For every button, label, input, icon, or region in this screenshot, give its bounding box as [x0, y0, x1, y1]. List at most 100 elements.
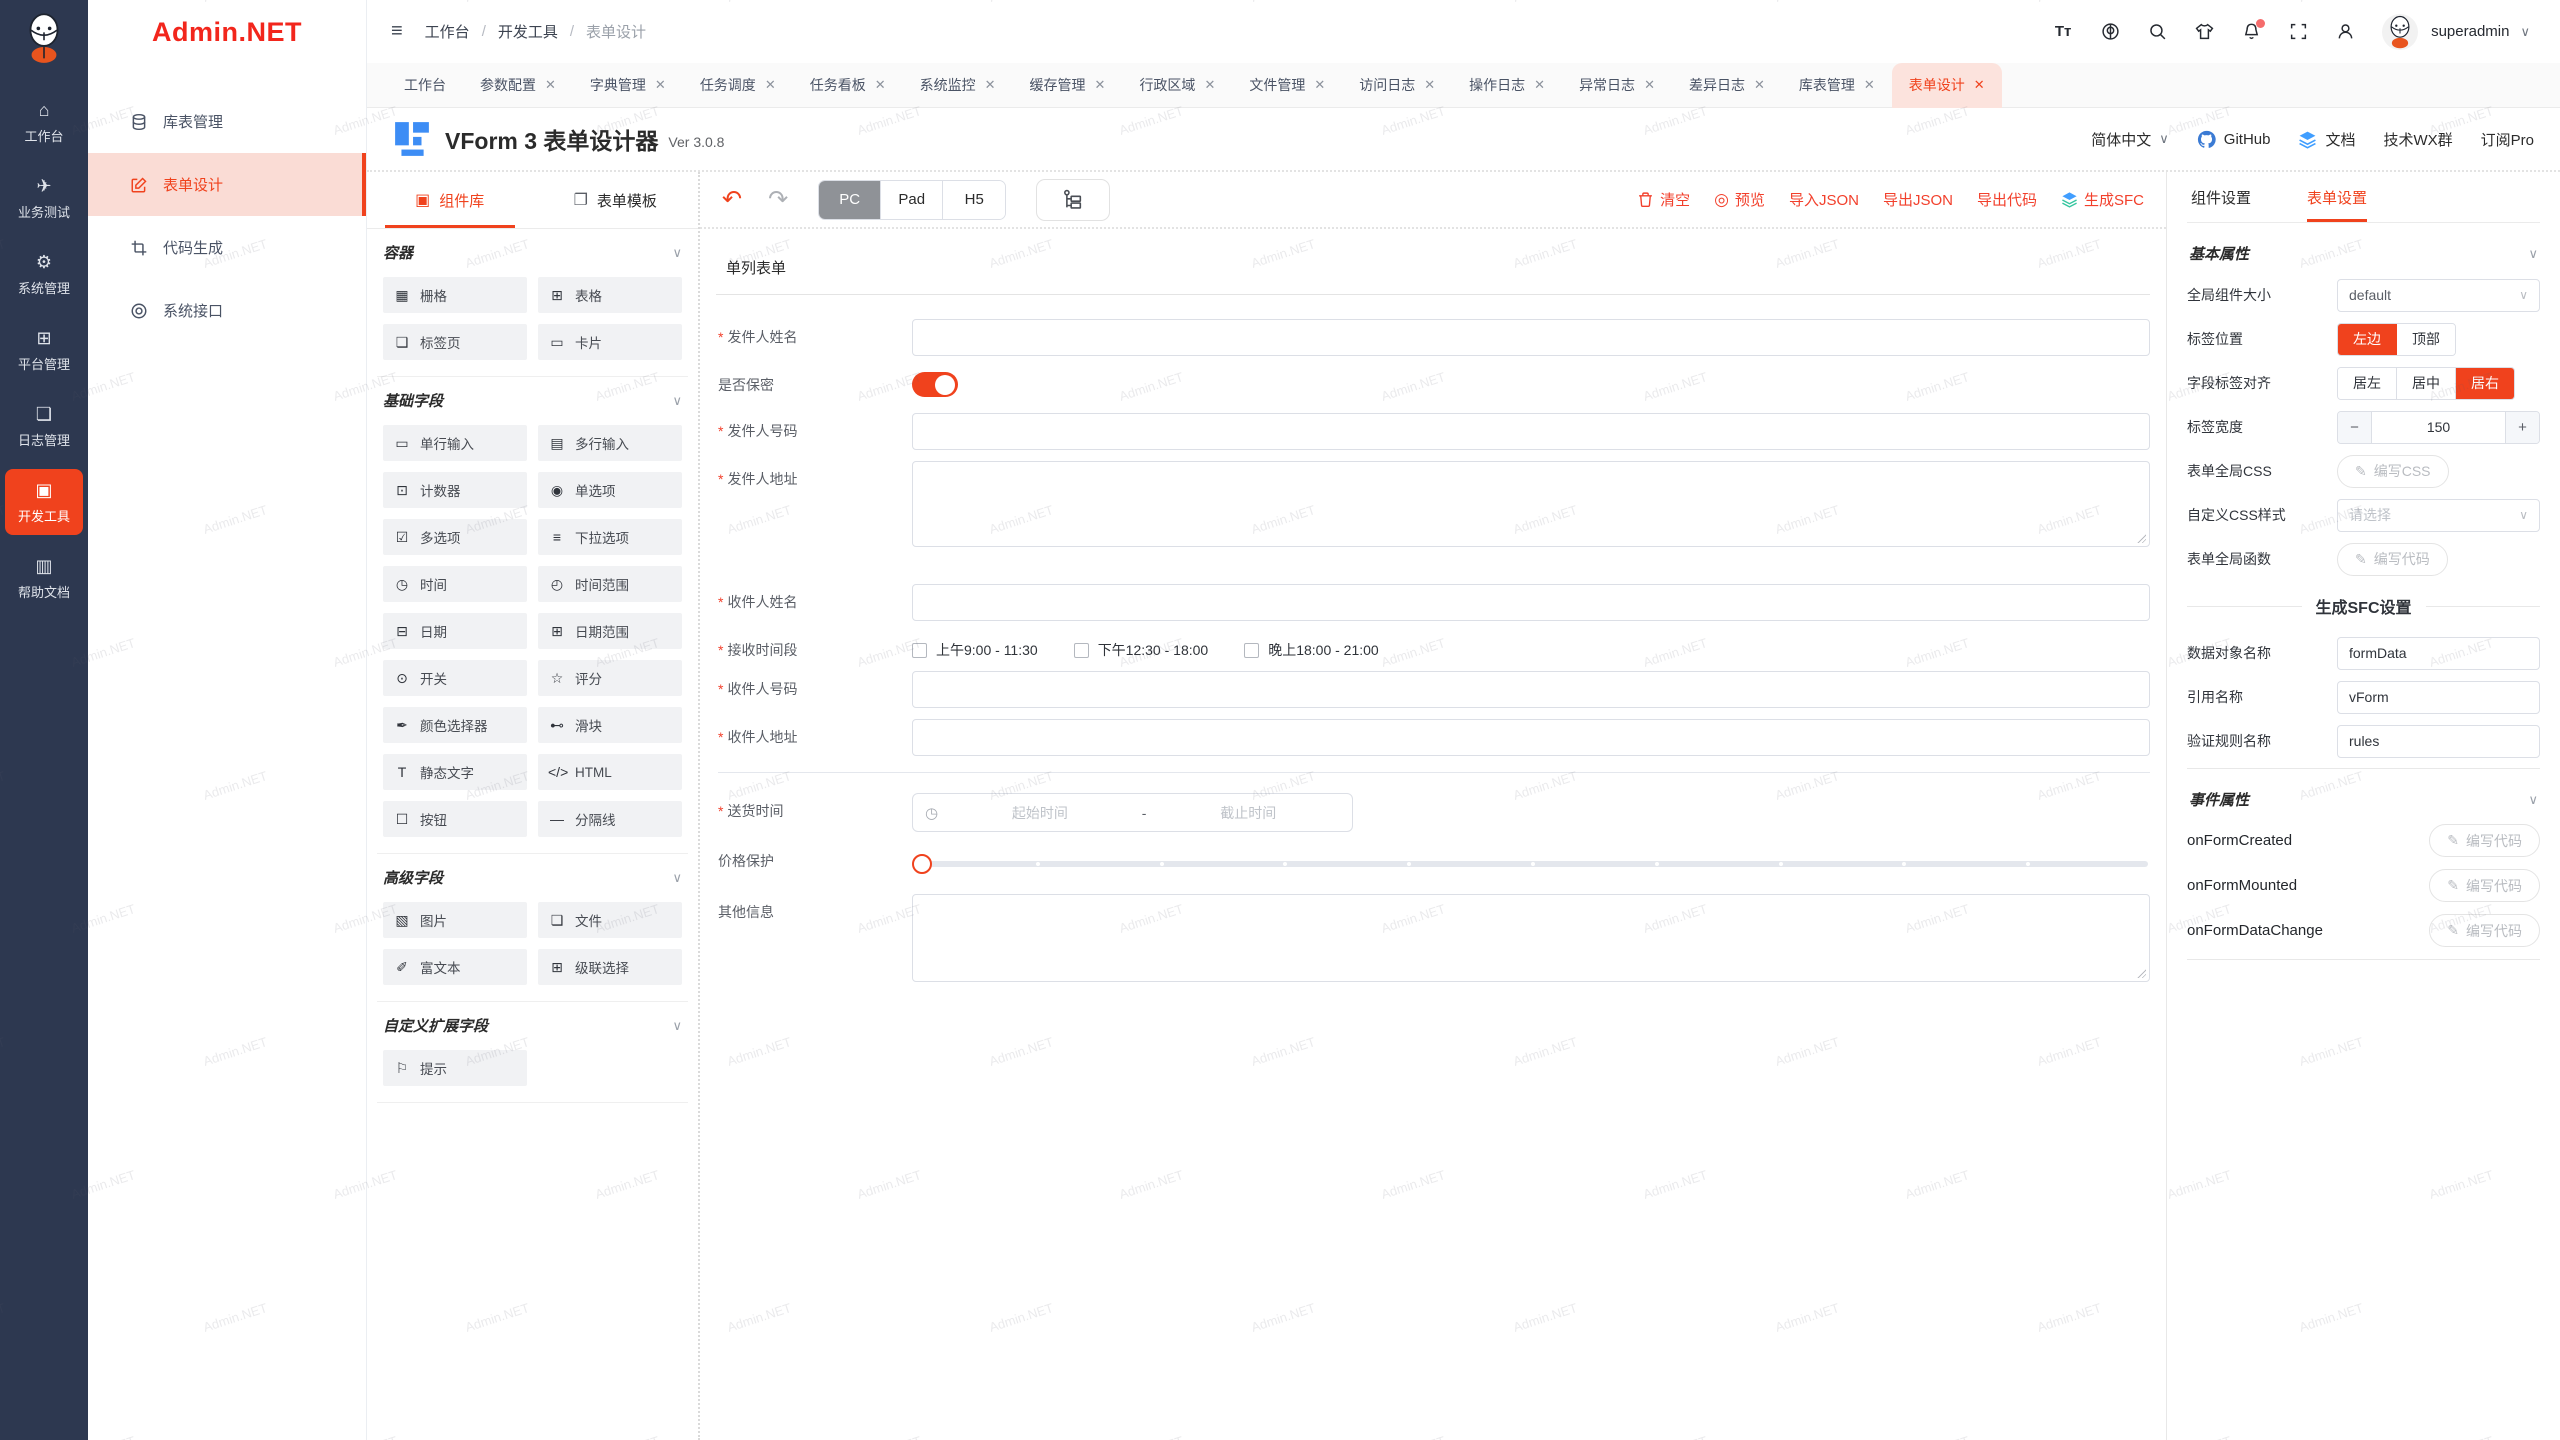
close-icon[interactable]: ✕ — [1204, 77, 1215, 93]
rail-item-工作台[interactable]: ⌂ 工作台 — [5, 89, 83, 155]
widget-单行输入[interactable]: ▭ 单行输入 — [383, 425, 527, 461]
close-icon[interactable]: ✕ — [875, 77, 886, 93]
price-protect-slider[interactable] — [912, 845, 2150, 883]
sender-name-input[interactable] — [912, 319, 2150, 356]
event-props-section[interactable]: 事件属性 ∨ — [2189, 789, 2538, 810]
rail-item-平台管理[interactable]: ⊞ 平台管理 — [5, 317, 83, 383]
export-code-button[interactable]: 导出代码 — [1977, 189, 2037, 210]
checkbox-afternoon[interactable]: 下午12:30 - 18:00 — [1074, 640, 1209, 660]
align-center[interactable]: 居中 — [2397, 368, 2456, 399]
notification-bell-icon[interactable] — [2241, 22, 2261, 42]
widget-下拉选项[interactable]: ≡ 下拉选项 — [538, 519, 682, 555]
write-code-button[interactable]: ✎编写代码 — [2429, 869, 2540, 902]
rail-item-开发工具[interactable]: ▣ 开发工具 — [5, 469, 83, 535]
widget-提示[interactable]: ⚐ 提示 — [383, 1050, 527, 1086]
page-tab-字典管理[interactable]: 字典管理 ✕ — [573, 63, 683, 108]
page-tab-访问日志[interactable]: 访问日志 ✕ — [1342, 63, 1452, 108]
sender-address-textarea[interactable] — [912, 461, 2150, 547]
write-code-button[interactable]: ✎ 编写代码 — [2337, 543, 2448, 576]
checkbox-evening[interactable]: 晚上18:00 - 21:00 — [1244, 640, 1379, 660]
field-sender-name[interactable]: 发件人姓名 — [718, 319, 2150, 356]
widget-时间范围[interactable]: ◴ 时间范围 — [538, 566, 682, 602]
field-price-protect[interactable]: 价格保护 — [718, 843, 2150, 883]
field-recv-phone[interactable]: 收件人号码 — [718, 671, 2150, 708]
widget-HTML[interactable]: </> HTML — [538, 754, 682, 790]
resize-grip[interactable] — [2136, 968, 2146, 978]
close-icon[interactable]: ✕ — [985, 77, 996, 93]
generate-sfc-button[interactable]: 生成SFC — [2061, 189, 2144, 210]
close-icon[interactable]: ✕ — [1644, 77, 1655, 93]
ref-name-input[interactable] — [2337, 681, 2540, 714]
tab-form-templates[interactable]: ❐ 表单模板 — [533, 172, 699, 228]
page-tab-差异日志[interactable]: 差异日志 ✕ — [1672, 63, 1782, 108]
device-H5[interactable]: H5 — [943, 181, 1005, 219]
close-icon[interactable]: ✕ — [1314, 77, 1325, 93]
increase-button[interactable]: + — [2506, 412, 2539, 443]
undo-icon[interactable]: ↶ — [722, 185, 742, 214]
field-sender-address[interactable]: 发件人地址 — [718, 461, 2150, 547]
secret-switch[interactable] — [912, 372, 958, 397]
avatar[interactable] — [2382, 14, 2418, 50]
collapse-menu-icon[interactable]: ≡ — [391, 20, 403, 43]
language-icon[interactable] — [2100, 22, 2120, 42]
sidebar-item-form-design[interactable]: 表单设计 — [88, 153, 366, 216]
sidebar-item-code-gen[interactable]: 代码生成 — [88, 216, 366, 279]
import-json-button[interactable]: 导入JSON — [1789, 189, 1859, 210]
widget-日期范围[interactable]: ⊞ 日期范围 — [538, 613, 682, 649]
form-canvas[interactable]: 单列表单 发件人姓名 是否保密 — [700, 229, 2166, 1440]
other-info-textarea[interactable] — [912, 894, 2150, 982]
user-chevron-down-icon[interactable]: ∨ — [2520, 24, 2530, 40]
widget-开关[interactable]: ⊙ 开关 — [383, 660, 527, 696]
close-icon[interactable]: ✕ — [1754, 77, 1765, 93]
search-icon[interactable] — [2147, 22, 2167, 42]
close-icon[interactable]: ✕ — [1974, 77, 1985, 93]
clear-button[interactable]: 清空 — [1637, 189, 1690, 210]
checkbox-morning[interactable]: 上午9:00 - 11:30 — [912, 640, 1038, 660]
field-recv-name[interactable]: 收件人姓名 — [718, 584, 2150, 621]
field-recv-address[interactable]: 收件人地址 — [718, 719, 2150, 756]
wx-group-link[interactable]: 技术WX群 — [2383, 129, 2452, 150]
rail-item-日志管理[interactable]: ❏ 日志管理 — [5, 393, 83, 459]
rail-item-帮助文档[interactable]: ▥ 帮助文档 — [5, 545, 83, 611]
language-select[interactable]: 简体中文∨ — [2091, 129, 2169, 150]
widget-颜色选择器[interactable]: ✒ 颜色选择器 — [383, 707, 527, 743]
close-icon[interactable]: ✕ — [1864, 77, 1875, 93]
basic-props-section[interactable]: 基本属性 ∨ — [2189, 243, 2538, 264]
tab-component-settings[interactable]: 组件设置 — [2191, 172, 2251, 222]
widget-单选项[interactable]: ◉ 单选项 — [538, 472, 682, 508]
close-icon[interactable]: ✕ — [545, 77, 556, 93]
data-object-name-input[interactable] — [2337, 637, 2540, 670]
recv-name-input[interactable] — [912, 584, 2150, 621]
node-tree-button[interactable] — [1036, 179, 1110, 221]
user-icon[interactable] — [2335, 22, 2355, 42]
close-icon[interactable]: ✕ — [1424, 77, 1435, 93]
global-size-select[interactable]: default ∨ — [2337, 279, 2540, 312]
docs-link[interactable]: 文档 — [2298, 129, 2355, 150]
fullscreen-icon[interactable] — [2288, 22, 2308, 42]
widget-级联选择[interactable]: ⊞ 级联选择 — [538, 949, 682, 985]
page-tab-表单设计[interactable]: 表单设计 ✕ — [1892, 63, 2002, 108]
theme-shirt-icon[interactable] — [2194, 22, 2214, 42]
widget-日期[interactable]: ⊟ 日期 — [383, 613, 527, 649]
username[interactable]: superadmin — [2431, 23, 2509, 40]
sidebar-item-system-api[interactable]: 系统接口 — [88, 279, 366, 342]
widget-分隔线[interactable]: — 分隔线 — [538, 801, 682, 837]
rules-name-input[interactable] — [2337, 725, 2540, 758]
align-right[interactable]: 居右 — [2456, 368, 2514, 399]
widget-滑块[interactable]: ⊷ 滑块 — [538, 707, 682, 743]
write-code-button[interactable]: ✎编写代码 — [2429, 914, 2540, 947]
field-other-info[interactable]: 其他信息 — [718, 894, 2150, 982]
label-pos-left[interactable]: 左边 — [2338, 324, 2397, 355]
widget-评分[interactable]: ☆ 评分 — [538, 660, 682, 696]
close-icon[interactable]: ✕ — [655, 77, 666, 93]
page-tab-工作台[interactable]: 工作台 — [387, 63, 463, 108]
page-tab-缓存管理[interactable]: 缓存管理 ✕ — [1013, 63, 1123, 108]
breadcrumb-item[interactable]: 开发工具 — [498, 21, 558, 42]
export-json-button[interactable]: 导出JSON — [1883, 189, 1953, 210]
page-tab-参数配置[interactable]: 参数配置 ✕ — [463, 63, 573, 108]
breadcrumb-item[interactable]: 工作台 — [425, 21, 470, 42]
widget-按钮[interactable]: ☐ 按钮 — [383, 801, 527, 837]
slider-handle[interactable] — [912, 854, 932, 874]
device-PC[interactable]: PC — [819, 181, 881, 219]
page-tab-库表管理[interactable]: 库表管理 ✕ — [1782, 63, 1892, 108]
